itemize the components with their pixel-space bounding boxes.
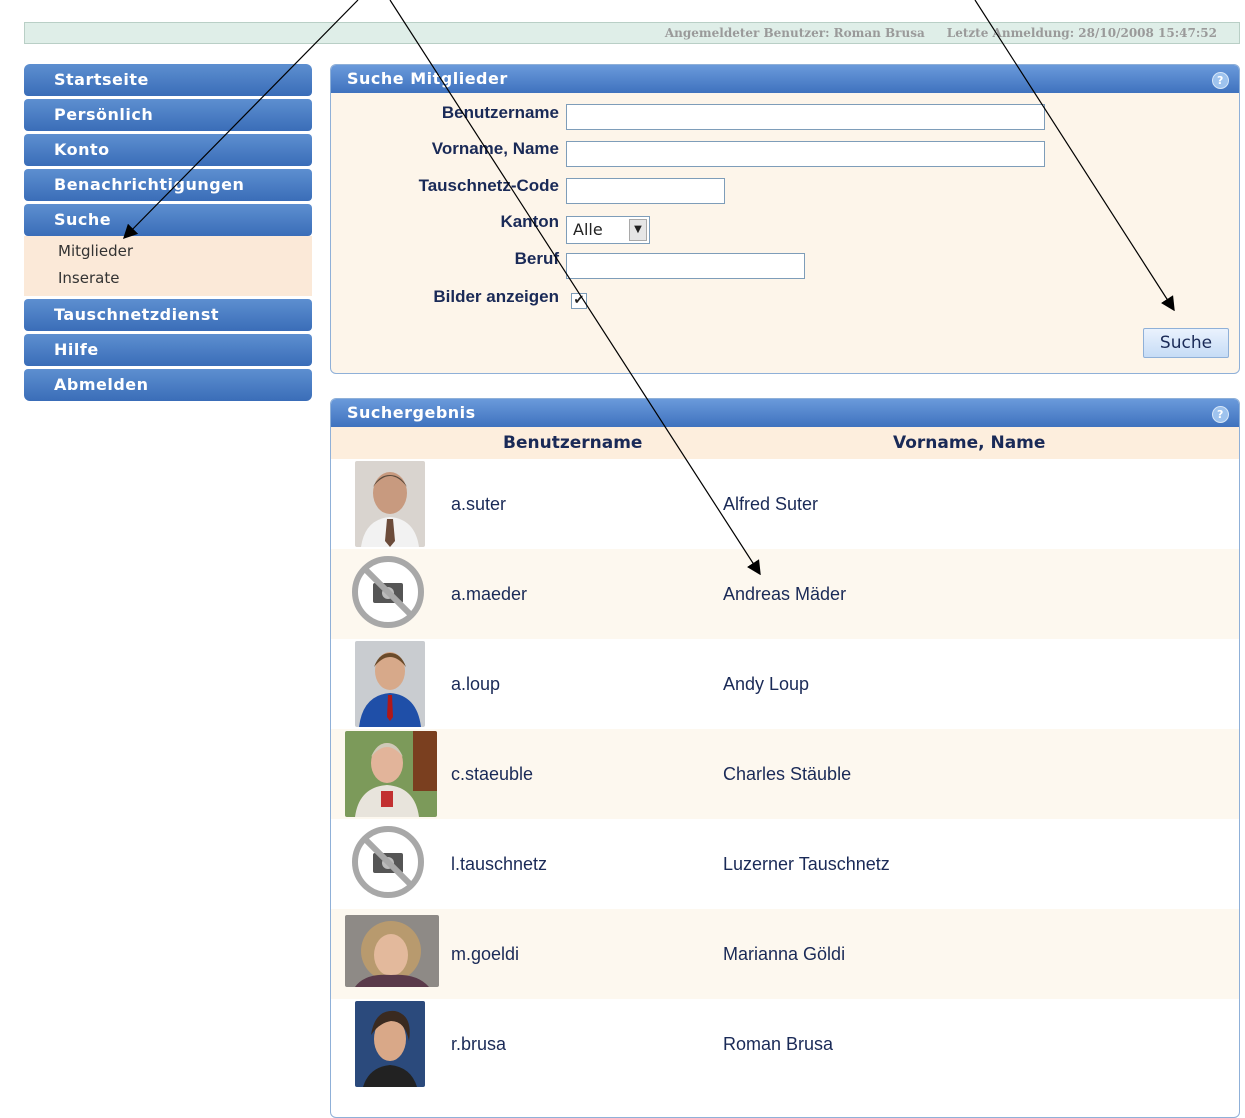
label-name: Vorname, Name: [431, 139, 559, 158]
label-job: Beruf: [514, 249, 559, 268]
nav-hilfe[interactable]: Hilfe: [24, 334, 312, 366]
label-username: Benutzername: [441, 103, 559, 122]
row-name: Vorname, Name: [331, 139, 559, 169]
nav-konto[interactable]: Konto: [24, 134, 312, 166]
member-photo[interactable]: [355, 641, 425, 727]
table-row[interactable]: l.tauschnetz Luzerner Tauschnetz: [331, 819, 1239, 909]
row-username[interactable]: r.brusa: [451, 999, 506, 1089]
last-login: Letzte Anmeldung: 28/10/2008 15:47:52: [946, 26, 1217, 40]
table-row[interactable]: c.staeuble Charles Stäuble: [331, 729, 1239, 819]
search-button[interactable]: Suche: [1143, 328, 1229, 358]
search-results-panel: Suchergebnis ? Benutzername Vorname, Nam…: [330, 398, 1240, 1118]
member-photo[interactable]: [355, 461, 425, 547]
row-username[interactable]: a.loup: [451, 639, 500, 729]
sidebar-nav: Startseite Persönlich Konto Benachrichti…: [24, 64, 312, 404]
row-username: Benutzername: [331, 103, 559, 133]
col-header-name[interactable]: Vorname, Name: [893, 427, 1045, 459]
col-header-username[interactable]: Benutzername: [503, 427, 642, 459]
row-fullname[interactable]: Alfred Suter: [723, 459, 818, 549]
results-panel-header: Suchergebnis ?: [331, 399, 1239, 427]
code-input[interactable]: [566, 178, 725, 204]
label-code: Tauschnetz-Code: [418, 176, 559, 195]
row-fullname[interactable]: Luzerner Tauschnetz: [723, 819, 890, 909]
table-row[interactable]: a.suter Alfred Suter: [331, 459, 1239, 549]
row-username[interactable]: a.maeder: [451, 549, 527, 639]
nav-sub-inserate[interactable]: Inserate: [58, 265, 312, 292]
row-canton: Kanton: [331, 212, 559, 242]
logged-in-user: Angemeldeter Benutzer: Roman Brusa: [664, 26, 925, 40]
search-members-panel: Suche Mitglieder ? Benutzername Vorname,…: [330, 64, 1240, 374]
row-code: Tauschnetz-Code: [331, 176, 559, 206]
table-row[interactable]: m.goeldi Marianna Göldi: [331, 909, 1239, 999]
row-username[interactable]: a.suter: [451, 459, 506, 549]
row-fullname[interactable]: Marianna Göldi: [723, 909, 845, 999]
username-input[interactable]: [566, 104, 1045, 130]
row-job: Beruf: [331, 249, 559, 279]
nav-abmelden[interactable]: Abmelden: [24, 369, 312, 401]
nav-suche-submenu: Mitglieder Inserate: [24, 236, 312, 296]
nav-tauschnetzdienst[interactable]: Tauschnetzdienst: [24, 299, 312, 331]
row-username[interactable]: m.goeldi: [451, 909, 519, 999]
login-info: Angemeldeter Benutzer: Roman Brusa Letzte…: [665, 26, 1217, 40]
row-fullname[interactable]: Charles Stäuble: [723, 729, 851, 819]
row-fullname[interactable]: Andreas Mäder: [723, 549, 846, 639]
no-photo-icon: [352, 556, 424, 628]
search-panel-title: Suche Mitglieder: [347, 69, 508, 88]
help-icon[interactable]: ?: [1212, 72, 1229, 89]
search-panel-header: Suche Mitglieder ?: [331, 65, 1239, 93]
name-input[interactable]: [566, 141, 1045, 167]
row-fullname[interactable]: Andy Loup: [723, 639, 809, 729]
job-input[interactable]: [566, 253, 805, 279]
help-icon[interactable]: ?: [1212, 406, 1229, 423]
nav-suche[interactable]: Suche: [24, 204, 312, 236]
member-photo[interactable]: [345, 731, 437, 817]
results-panel-title: Suchergebnis: [347, 403, 476, 422]
show-images-checkbox[interactable]: ✔: [571, 293, 587, 309]
status-bar: Angemeldeter Benutzer: Roman Brusa Letzte…: [24, 22, 1240, 44]
nav-sub-mitglieder[interactable]: Mitglieder: [58, 238, 312, 265]
row-fullname[interactable]: Roman Brusa: [723, 999, 833, 1089]
canton-select[interactable]: Alle ▼: [566, 216, 650, 244]
label-images: Bilder anzeigen: [433, 287, 559, 306]
canton-selected: Alle: [573, 220, 603, 239]
nav-persoenlich[interactable]: Persönlich: [24, 99, 312, 131]
table-row[interactable]: a.loup Andy Loup: [331, 639, 1239, 729]
member-photo[interactable]: [345, 915, 439, 987]
row-images: Bilder anzeigen: [331, 287, 559, 317]
row-username[interactable]: c.staeuble: [451, 729, 533, 819]
nav-startseite[interactable]: Startseite: [24, 64, 312, 96]
row-username[interactable]: l.tauschnetz: [451, 819, 547, 909]
results-table-header: Benutzername Vorname, Name: [331, 427, 1239, 459]
chevron-down-icon[interactable]: ▼: [629, 219, 647, 241]
table-row[interactable]: r.brusa Roman Brusa: [331, 999, 1239, 1089]
nav-benachrichtigungen[interactable]: Benachrichtigungen: [24, 169, 312, 201]
member-photo[interactable]: [355, 1001, 425, 1087]
table-row[interactable]: a.maeder Andreas Mäder: [331, 549, 1239, 639]
no-photo-icon: [352, 826, 424, 898]
label-canton: Kanton: [500, 212, 559, 231]
